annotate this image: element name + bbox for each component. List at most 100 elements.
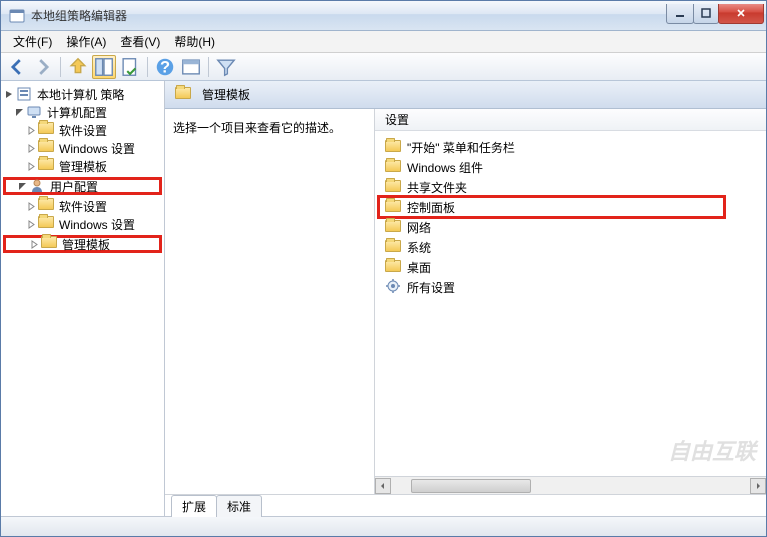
collapse-icon[interactable] (3, 88, 15, 100)
statusbar (1, 516, 766, 536)
tree-user-admin-templates[interactable]: 管理模板 (3, 235, 162, 253)
list-header-label: 设置 (385, 111, 409, 128)
folder-icon (38, 158, 54, 174)
list-item-all-settings[interactable]: 所有设置 (375, 277, 766, 297)
collapse-icon[interactable] (16, 180, 28, 192)
list-item-shared-folders[interactable]: 共享文件夹 (375, 177, 766, 197)
toolbar-separator (60, 57, 61, 77)
description-prompt: 选择一个项目来查看它的描述。 (173, 121, 341, 135)
menubar: 文件(F) 操作(A) 查看(V) 帮助(H) (1, 31, 766, 53)
description-column: 选择一个项目来查看它的描述。 (165, 109, 375, 494)
app-window: 本地组策略编辑器 文件(F) 操作(A) 查看(V) 帮助(H) ? (0, 0, 767, 537)
list-item-label: 系统 (407, 239, 431, 256)
content-header: 管理模板 (165, 81, 766, 109)
expand-icon[interactable] (25, 124, 37, 136)
filter-button[interactable] (214, 55, 238, 79)
list-item-system[interactable]: 系统 (375, 237, 766, 257)
svg-text:?: ? (160, 58, 170, 76)
expand-icon[interactable] (25, 200, 37, 212)
scroll-thumb[interactable] (411, 479, 531, 493)
show-tree-button[interactable] (92, 55, 116, 79)
menu-help[interactable]: 帮助(H) (168, 31, 221, 52)
computer-icon (26, 104, 42, 120)
properties-button[interactable] (179, 55, 203, 79)
scroll-left-button[interactable] (375, 478, 391, 494)
list-item-desktop[interactable]: 桌面 (375, 257, 766, 277)
window-controls (667, 4, 764, 24)
tab-standard[interactable]: 标准 (216, 495, 262, 517)
tabs: 扩展 标准 (165, 494, 766, 516)
toolbar-separator (147, 57, 148, 77)
close-button[interactable] (718, 4, 764, 24)
toolbar: ? (1, 53, 766, 81)
menu-view[interactable]: 查看(V) (114, 31, 166, 52)
help-button[interactable]: ? (153, 55, 177, 79)
collapse-icon[interactable] (13, 106, 25, 118)
folder-icon (38, 140, 54, 156)
tree-user-software[interactable]: 软件设置 (3, 197, 162, 215)
list-body[interactable]: "开始" 菜单和任务栏 Windows 组件 共享文件夹 控制面板 (375, 131, 766, 476)
list-item-control-panel[interactable]: 控制面板 (375, 197, 766, 217)
folder-icon (38, 216, 54, 232)
scroll-right-button[interactable] (750, 478, 766, 494)
tree-computer-software[interactable]: 软件设置 (3, 121, 162, 139)
list-column: 设置 "开始" 菜单和任务栏 Windows 组件 (375, 109, 766, 494)
tab-extended[interactable]: 扩展 (171, 495, 217, 517)
content-pane: 管理模板 选择一个项目来查看它的描述。 设置 "开始" 菜单和任务栏 (165, 81, 766, 516)
export-button[interactable] (118, 55, 142, 79)
tree-user-config[interactable]: 用户配置 (3, 177, 162, 195)
folder-icon (385, 160, 401, 175)
tree-computer-config[interactable]: 计算机配置 (3, 103, 162, 121)
up-button[interactable] (66, 55, 90, 79)
folder-icon (38, 122, 54, 138)
tree-label: 管理模板 (57, 157, 109, 176)
folder-icon (41, 236, 57, 252)
expand-icon[interactable] (25, 160, 37, 172)
tree-label: 管理模板 (60, 235, 112, 254)
list-header[interactable]: 设置 (375, 109, 766, 131)
horizontal-scrollbar[interactable] (375, 476, 766, 494)
folder-icon (385, 200, 401, 215)
back-button[interactable] (5, 55, 29, 79)
toolbar-separator (208, 57, 209, 77)
list-item-network[interactable]: 网络 (375, 217, 766, 237)
tree-label: 本地计算机 策略 (35, 85, 126, 104)
settings-icon (385, 278, 401, 297)
folder-icon (175, 87, 191, 103)
folder-icon (385, 240, 401, 255)
tree-label: 用户配置 (48, 177, 100, 196)
tree-computer-admin-templates[interactable]: 管理模板 (3, 157, 162, 175)
tree-user-windows[interactable]: Windows 设置 (3, 215, 162, 233)
list-item-label: 网络 (407, 219, 431, 236)
app-icon (9, 8, 25, 24)
menu-action[interactable]: 操作(A) (60, 31, 112, 52)
window-title: 本地组策略编辑器 (31, 7, 667, 24)
user-icon (29, 178, 45, 194)
folder-icon (385, 220, 401, 235)
forward-button[interactable] (31, 55, 55, 79)
body: 本地计算机 策略 计算机配置 软件设置 Windows 设置 管理模板 (1, 81, 766, 516)
maximize-button[interactable] (693, 4, 719, 24)
list-item-label: 共享文件夹 (407, 179, 467, 196)
tree-label: Windows 设置 (57, 139, 137, 158)
content-body: 选择一个项目来查看它的描述。 设置 "开始" 菜单和任务栏 Windows 组件 (165, 109, 766, 494)
expand-icon[interactable] (25, 218, 37, 230)
list-item-windows-components[interactable]: Windows 组件 (375, 157, 766, 177)
tree-label: 计算机配置 (45, 103, 109, 122)
list-item-label: 控制面板 (407, 199, 455, 216)
list-item-start-menu[interactable]: "开始" 菜单和任务栏 (375, 137, 766, 157)
policy-icon (16, 86, 32, 102)
tree-label: 软件设置 (57, 121, 109, 140)
folder-icon (385, 140, 401, 155)
content-title: 管理模板 (202, 86, 250, 103)
tree-pane[interactable]: 本地计算机 策略 计算机配置 软件设置 Windows 设置 管理模板 (1, 81, 165, 516)
tree-root[interactable]: 本地计算机 策略 (3, 85, 162, 103)
menu-file[interactable]: 文件(F) (7, 31, 58, 52)
expand-icon[interactable] (28, 238, 40, 250)
folder-icon (385, 180, 401, 195)
minimize-button[interactable] (666, 4, 694, 24)
tree-computer-windows[interactable]: Windows 设置 (3, 139, 162, 157)
expand-icon[interactable] (25, 142, 37, 154)
list-item-label: 所有设置 (407, 279, 455, 296)
list-item-label: "开始" 菜单和任务栏 (407, 139, 515, 156)
